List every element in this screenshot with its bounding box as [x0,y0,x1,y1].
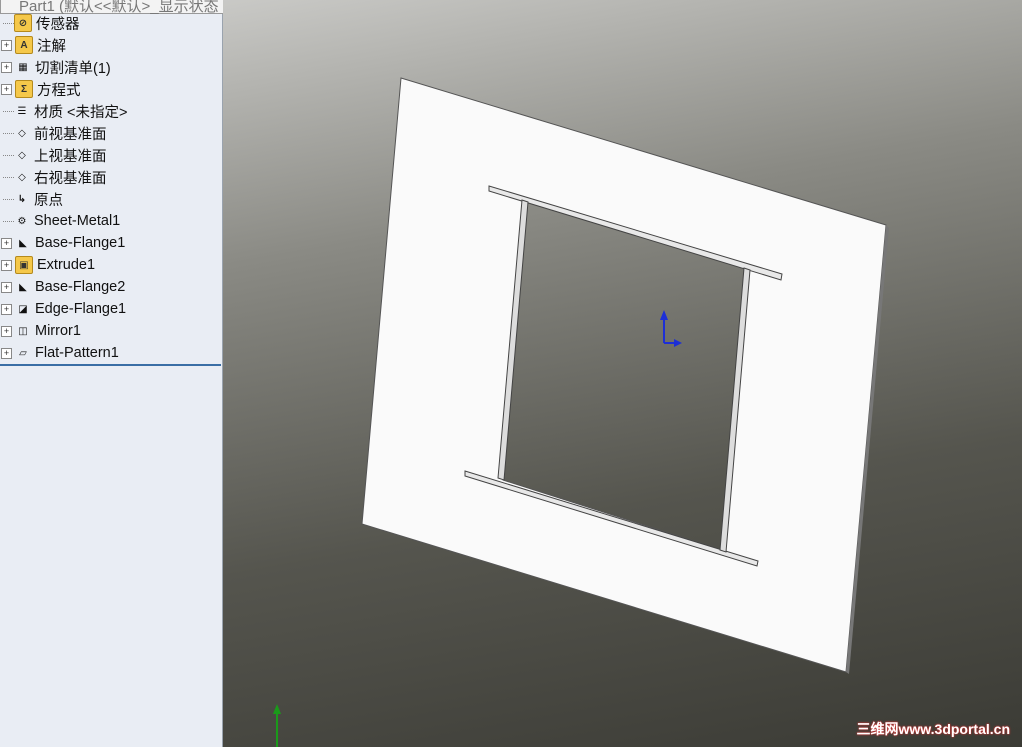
tree-item-label: Flat-Pattern1 [35,345,119,361]
rollback-bar[interactable] [0,364,221,366]
plane-icon: ◇ [18,171,26,183]
tree-item-label: Base-Flange1 [35,235,126,251]
tree-connector [3,22,14,24]
tree-item-label: Base-Flange2 [35,279,126,295]
sheet-metal-icon: ⚙ [17,215,27,227]
tree-connector [3,132,14,134]
expand-icon[interactable]: + [1,237,12,249]
tree-item[interactable]: + ▣ Extrude1 [0,254,95,276]
tree-item-label: 原点 [34,192,63,209]
model-view [273,77,889,747]
tree-item[interactable]: + ◣ Base-Flange1 [0,232,125,254]
tree-item[interactable]: + ◫ Mirror1 [0,320,81,342]
feature-manager-tree: Part1 (默认<<默认>_显示状态 1>) ⊘ 传感器 + A 注解 + ▦ 切割清单(1… [0,0,250,747]
equation-folder-icon: Σ [15,80,33,98]
sensor-folder-icon: ⊘ [14,14,32,32]
tree-item[interactable]: + ◣ Base-Flange2 [0,276,125,298]
watermark: 三维网www.3dportal.cn [856,721,1011,737]
tree-connector [3,220,14,222]
annotation-folder-icon: A [15,36,33,54]
tree-item[interactable]: ◇ 右视基准面 [0,166,107,188]
tree-item-label: 切割清单(1) [35,60,111,77]
tree-item[interactable]: ⊘ 传感器 [0,12,80,34]
tree-item-label: 传感器 [36,16,80,33]
expand-icon[interactable]: + [1,325,12,337]
mirror-icon: ◫ [18,325,28,337]
material-icon: ☰ [17,105,27,117]
tree-connector [3,110,14,112]
tree-item-label: Edge-Flange1 [35,301,127,317]
expand-icon[interactable]: + [1,347,12,359]
tree-item-label: 注解 [37,38,66,55]
tree-item[interactable]: ⚙ Sheet-Metal1 [0,210,120,232]
tree-item-label: 右视基准面 [34,170,107,187]
expand-icon[interactable]: + [1,259,12,271]
tree-item[interactable]: + Σ 方程式 [0,78,81,100]
plane-icon: ◇ [18,149,26,161]
tree-item-label: 前视基准面 [34,126,107,143]
expand-icon[interactable]: + [1,83,12,95]
tree-item[interactable]: + ▦ 切割清单(1) [0,56,111,78]
reference-triad-icon [273,704,281,747]
base-flange-icon: ◣ [19,237,27,249]
tree-item-label: 材质 <未指定> [34,104,128,121]
expand-icon[interactable]: + [1,61,12,73]
tree-item[interactable]: ↳ 原点 [0,188,63,210]
edge-flange-icon: ◪ [18,303,28,315]
tree-item-label: 上视基准面 [34,148,107,165]
tree-item[interactable]: ☰ 材质 <未指定> [0,100,127,122]
flat-pattern-icon: ▱ [19,347,27,359]
expand-icon[interactable]: + [1,303,12,315]
expand-icon[interactable]: + [1,39,12,51]
tree-item[interactable]: ◇ 上视基准面 [0,144,107,166]
tree-connector [3,198,14,200]
extrude-icon: ▣ [15,256,33,274]
tree-item-label: Mirror1 [35,323,81,339]
tree-item-label: Extrude1 [37,257,96,273]
tree-item-label: 方程式 [37,82,81,99]
cut-list-icon: ▦ [18,61,28,73]
tree-connector [3,176,14,178]
base-flange-icon: ◣ [19,281,27,293]
expand-icon[interactable]: + [1,281,12,293]
tree-item[interactable]: + ▱ Flat-Pattern1 [0,342,119,364]
tree-item[interactable]: ◇ 前视基准面 [0,122,107,144]
origin-triad-icon [660,310,682,347]
tree-item-label: Sheet-Metal1 [34,213,121,229]
tree-connector [3,154,14,156]
tree-item[interactable]: + A 注解 [0,34,66,56]
tree-item[interactable]: + ◪ Edge-Flange1 [0,298,126,320]
graphics-viewport[interactable]: 三维网www.3dportal.cn [223,0,1022,747]
origin-icon: ↳ [17,193,27,205]
sheet-metal-plate [361,77,887,673]
plane-icon: ◇ [18,127,26,139]
